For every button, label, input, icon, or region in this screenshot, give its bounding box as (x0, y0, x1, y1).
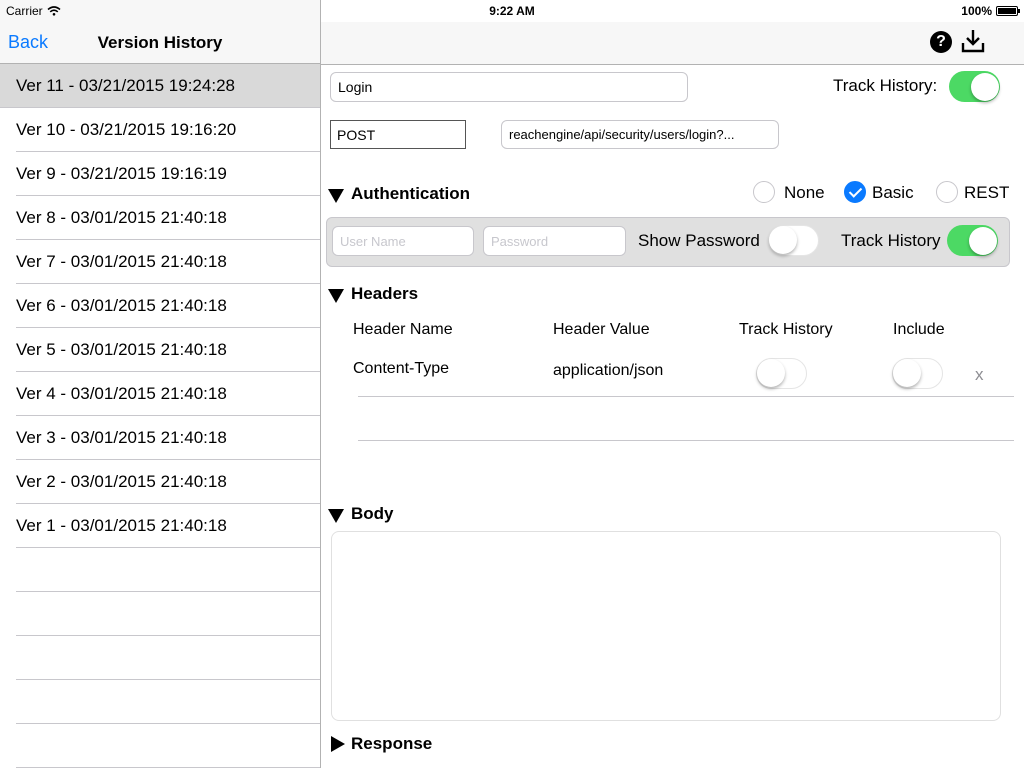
auth-radio-rest[interactable] (936, 181, 958, 203)
status-time: 9:22 AM (489, 4, 535, 18)
auth-option-none-label: None (784, 183, 825, 202)
battery-percentage: 100% (961, 4, 992, 18)
username-field[interactable]: User Name (332, 226, 474, 256)
body-text-area[interactable] (331, 531, 1001, 721)
delete-header-button[interactable]: x (975, 365, 984, 385)
toggle-knob (893, 359, 921, 387)
header-column-include: Include (893, 321, 945, 338)
method-field[interactable]: POST (330, 120, 466, 149)
version-row-3[interactable]: Ver 3 - 03/01/2015 21:40:18 (16, 416, 320, 460)
left-nav-bar: Back Version History (0, 22, 320, 64)
version-row-2[interactable]: Ver 2 - 03/01/2015 21:40:18 (16, 460, 320, 504)
password-field[interactable]: Password (483, 226, 626, 256)
header-track-history-toggle[interactable] (756, 358, 807, 389)
toggle-knob (769, 226, 797, 254)
battery-indicator: 100% (961, 4, 1020, 18)
empty-row (16, 680, 320, 724)
request-name-field[interactable]: Login (330, 72, 688, 102)
version-row-5[interactable]: Ver 5 - 03/01/2015 21:40:18 (16, 328, 320, 372)
auth-radio-basic[interactable] (844, 181, 866, 203)
version-history-pane: Back Version History Ver 11 - 03/21/2015… (0, 0, 321, 768)
version-row-9[interactable]: Ver 9 - 03/21/2015 19:16:19 (16, 152, 320, 196)
right-nav-bar: ? (321, 22, 1024, 65)
body-section-label: Body (351, 504, 394, 523)
empty-row (16, 636, 320, 680)
version-row-11[interactable]: Ver 11 - 03/21/2015 19:24:28 (0, 64, 320, 108)
auth-option-basic-label: Basic (872, 183, 914, 202)
header-column-value: Header Value (553, 321, 650, 338)
expand-triangle-icon[interactable] (331, 736, 345, 752)
collapse-triangle-icon[interactable] (328, 289, 344, 303)
empty-row (16, 724, 320, 768)
header-row-divider (358, 440, 1014, 441)
version-row-7[interactable]: Ver 7 - 03/01/2015 21:40:18 (16, 240, 320, 284)
response-section-label: Response (351, 734, 433, 753)
auth-option-rest-label: REST (964, 183, 1010, 202)
header-row-value[interactable]: application/json (553, 362, 663, 380)
version-row-4[interactable]: Ver 4 - 03/01/2015 21:40:18 (16, 372, 320, 416)
version-row-6[interactable]: Ver 6 - 03/01/2015 21:40:18 (16, 284, 320, 328)
header-column-track-history: Track History (739, 321, 833, 338)
authentication-section-label: Authentication (351, 184, 470, 203)
url-field[interactable]: reachengine/api/security/users/login?... (501, 120, 779, 149)
collapse-triangle-icon[interactable] (328, 189, 344, 203)
show-password-label: Show Password (638, 231, 760, 250)
headers-section-label: Headers (351, 284, 419, 303)
battery-icon (996, 6, 1020, 16)
toggle-knob (970, 72, 999, 101)
track-history-label: Track History: (833, 76, 938, 95)
version-row-1[interactable]: Ver 1 - 03/01/2015 21:40:18 (16, 504, 320, 548)
version-row-8[interactable]: Ver 8 - 03/01/2015 21:40:18 (16, 196, 320, 240)
toggle-knob (968, 226, 997, 255)
header-column-name: Header Name (353, 321, 453, 338)
request-detail-pane: ? Login Track History: POST reachengine/… (321, 0, 1024, 768)
help-icon[interactable]: ? (930, 31, 952, 53)
auth-track-history-toggle[interactable] (947, 225, 998, 256)
track-history-toggle[interactable] (949, 71, 1000, 102)
header-row-name[interactable]: Content-Type (353, 360, 449, 378)
version-row-10[interactable]: Ver 10 - 03/21/2015 19:16:20 (16, 108, 320, 152)
collapse-triangle-icon[interactable] (328, 509, 344, 523)
version-list: Ver 11 - 03/21/2015 19:24:28 Ver 10 - 03… (0, 64, 320, 768)
auth-track-history-label: Track History (841, 231, 941, 250)
show-password-toggle[interactable] (768, 225, 819, 256)
header-row-divider (358, 396, 1014, 397)
empty-row (16, 548, 320, 592)
download-icon[interactable] (961, 28, 985, 54)
left-nav-title: Version History (97, 33, 223, 52)
auth-credentials-panel: User Name Password Show Password Track H… (326, 217, 1010, 267)
header-include-toggle[interactable] (892, 358, 943, 389)
status-bar: Carrier 9:22 AM 100% (0, 0, 1024, 22)
toggle-knob (757, 359, 785, 387)
app-root: Back Version History Ver 11 - 03/21/2015… (0, 0, 1024, 768)
auth-radio-none[interactable] (753, 181, 775, 203)
empty-row (16, 592, 320, 636)
